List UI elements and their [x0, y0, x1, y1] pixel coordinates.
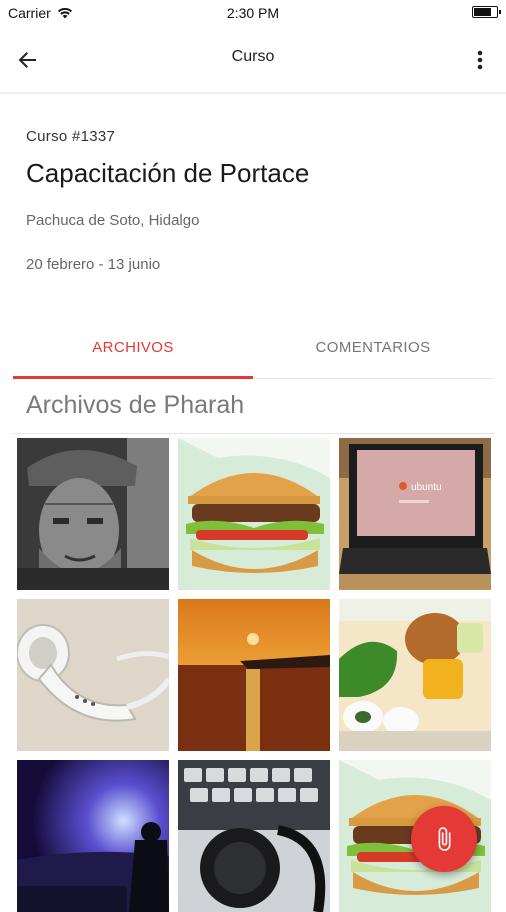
more-vert-icon[interactable]: [468, 46, 492, 74]
file-thumbnail-earphones[interactable]: [17, 599, 169, 751]
course-location: Pachuca de Soto, Hidalgo: [26, 212, 200, 229]
app-bar-title: Curso: [231, 48, 275, 65]
course-id: Curso #1337: [26, 128, 116, 145]
tab-comentarios[interactable]: COMENTARIOS: [253, 320, 493, 376]
file-thumbnail-portrait[interactable]: [17, 438, 169, 590]
file-thumbnail-laptop[interactable]: ubuntu: [339, 438, 491, 590]
tab-indicator: [13, 376, 253, 379]
app-bar-shadow: [0, 92, 506, 94]
course-title: Capacitación de Portace: [26, 158, 310, 188]
tab-archivos[interactable]: ARCHIVOS: [13, 320, 253, 376]
files-section-title: Archivos de Pharah: [26, 391, 245, 419]
attach-file-fab[interactable]: [411, 806, 477, 872]
file-thumbnail-headphones[interactable]: [178, 760, 330, 912]
status-bar: Carrier 2:30 PM: [0, 0, 506, 26]
attach-icon: [438, 827, 451, 851]
section-divider: [13, 433, 494, 434]
app-bar: Curso: [0, 26, 506, 92]
file-thumbnail-concert[interactable]: [17, 760, 169, 912]
ubuntu-logo-text: ubuntu: [411, 482, 442, 493]
file-thumbnail-burger[interactable]: [178, 438, 330, 590]
file-thumbnail-sunset[interactable]: [178, 599, 330, 751]
course-dates: 20 febrero - 13 junio: [26, 256, 161, 273]
status-time: 2:30 PM: [226, 5, 280, 21]
tab-bar: ARCHIVOS COMENTARIOS: [13, 320, 494, 379]
battery-icon: [472, 6, 501, 18]
file-thumbnail-food-box[interactable]: [339, 599, 491, 751]
